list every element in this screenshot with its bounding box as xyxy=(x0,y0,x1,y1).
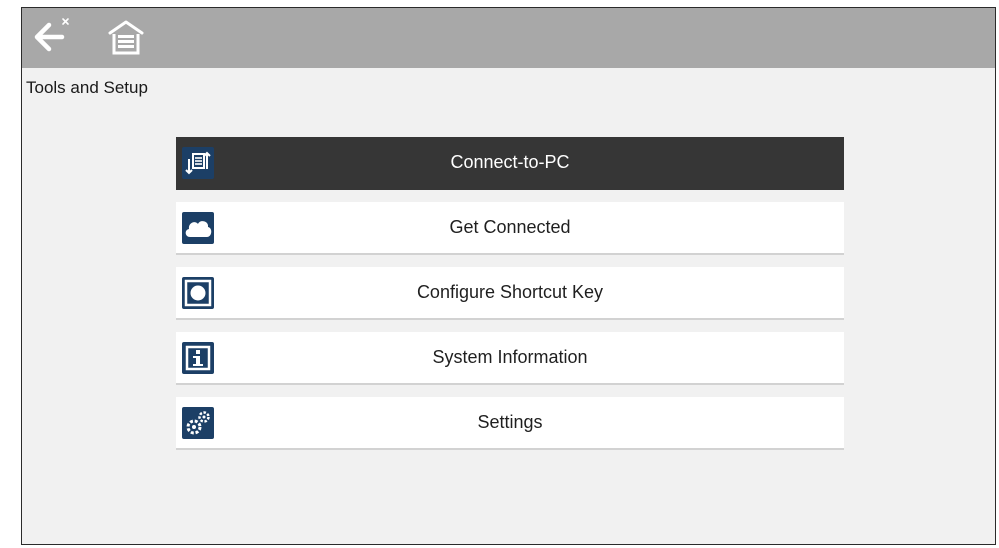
top-toolbar xyxy=(22,8,995,68)
menu-item-label: Connect-to-PC xyxy=(450,152,570,172)
app-window: Tools and Setup Connect-to-PC Get Connec… xyxy=(21,7,996,545)
menu-item-label: Get Connected xyxy=(449,217,571,237)
page-title: Tools and Setup xyxy=(26,78,148,97)
menu-item-label: Settings xyxy=(477,412,543,432)
home-button[interactable] xyxy=(106,17,146,57)
menu-item-label: Configure Shortcut Key xyxy=(416,282,604,302)
menu-item-connect-to-pc[interactable]: Connect-to-PC xyxy=(176,137,844,190)
back-arrow-icon xyxy=(34,18,69,52)
menu-item-system-information[interactable]: System Information xyxy=(176,332,844,385)
tools-menu: Connect-to-PC Get Connected Configure Sh… xyxy=(176,137,844,462)
menu-item-label: System Information xyxy=(432,347,588,367)
menu-item-get-connected[interactable]: Get Connected xyxy=(176,202,844,255)
garage-home-icon xyxy=(108,20,144,55)
menu-item-settings[interactable]: Settings xyxy=(176,397,844,450)
menu-item-configure-shortcut-key[interactable]: Configure Shortcut Key xyxy=(176,267,844,320)
back-button[interactable] xyxy=(32,16,74,58)
